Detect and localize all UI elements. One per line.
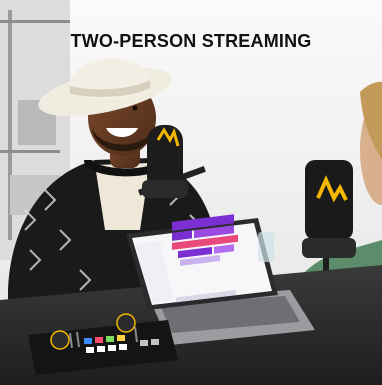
mic-shockmount-left	[142, 180, 188, 198]
shelf-board	[0, 20, 70, 23]
headline: TWO-PERSON STREAMING	[70, 31, 312, 51]
photo-scene: TWO-PERSON STREAMING	[0, 0, 382, 385]
mic-shockmount-right	[302, 238, 356, 258]
scene-illustration	[0, 0, 382, 385]
device-knob	[50, 330, 70, 350]
person-left-eye	[132, 105, 138, 111]
glass	[258, 232, 274, 262]
device-knob	[116, 313, 136, 333]
shelf-board	[0, 150, 60, 153]
